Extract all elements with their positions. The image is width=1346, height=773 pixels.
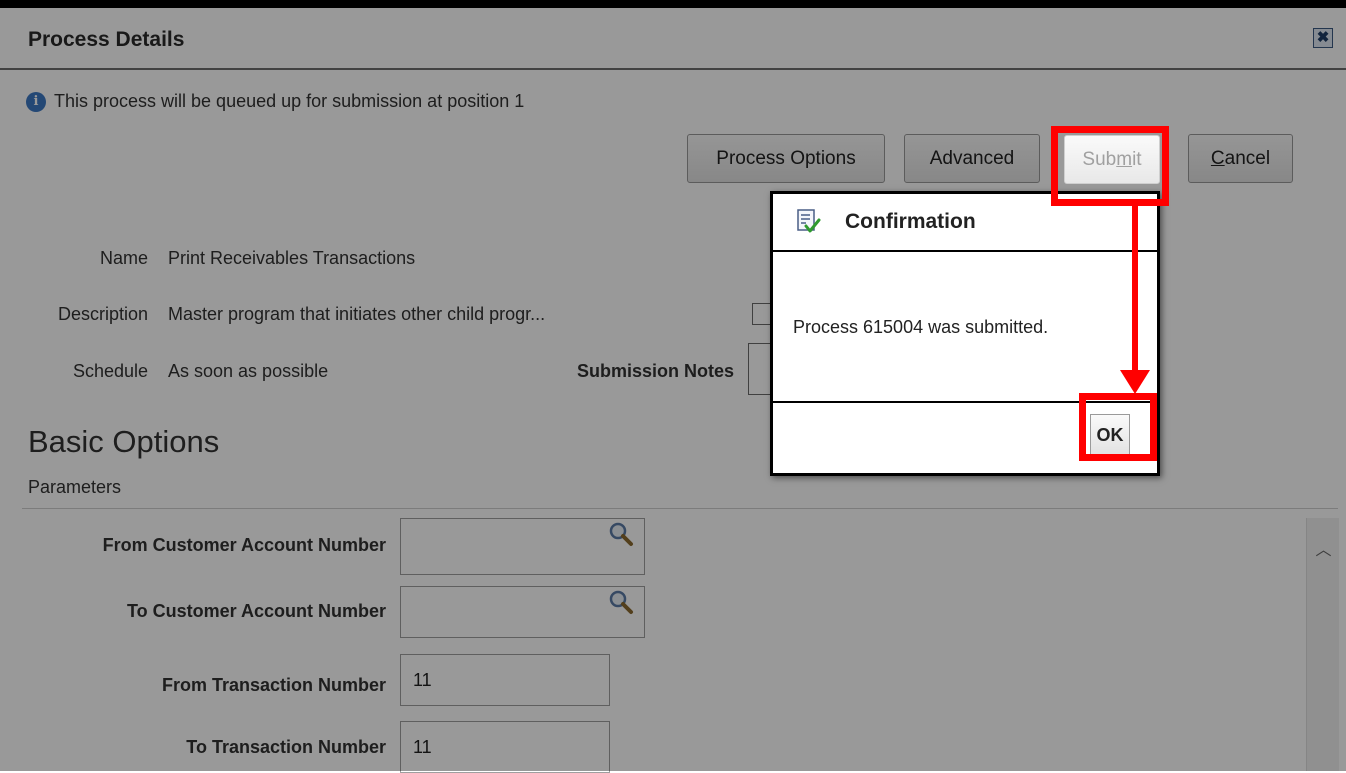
confirmation-title: Confirmation	[845, 210, 976, 233]
confirmation-message: Process 615004 was submitted.	[793, 317, 1049, 337]
ok-highlight-box	[1079, 393, 1157, 461]
submit-highlight-box	[1051, 126, 1169, 206]
document-check-icon	[797, 209, 821, 233]
